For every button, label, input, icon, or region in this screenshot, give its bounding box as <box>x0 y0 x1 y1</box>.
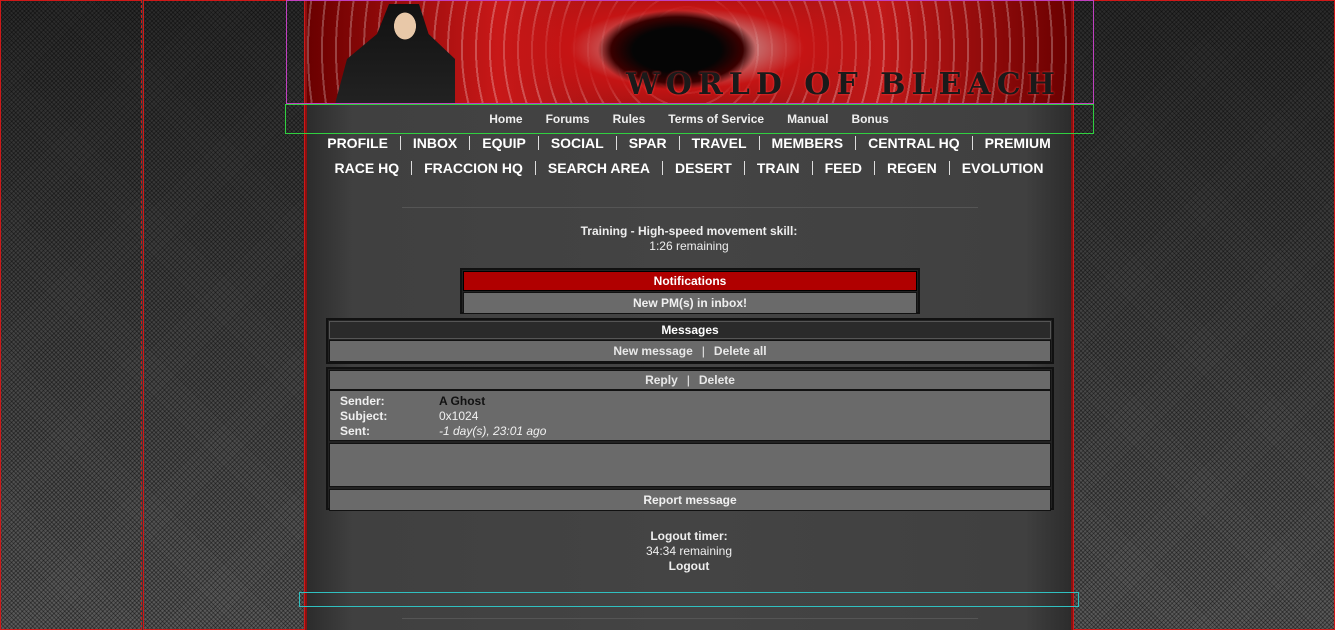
separator: | <box>686 373 690 387</box>
message-body <box>329 443 1051 487</box>
site-banner: WORLD OF BLEACH <box>307 0 1071 104</box>
notification-new-pm[interactable]: New PM(s) in inbox! <box>463 292 917 314</box>
nav-bonus[interactable]: Bonus <box>851 112 888 126</box>
subject-value: 0x1024 <box>439 409 479 423</box>
logout-timer-label: Logout timer: <box>650 529 728 543</box>
messages-actions: New message | Delete all <box>329 340 1051 362</box>
sender-label: Sender: <box>340 394 385 408</box>
background-left-outer <box>0 0 142 630</box>
subject-label: Subject: <box>340 409 388 423</box>
sender-name[interactable]: A Ghost <box>439 394 1040 408</box>
nav-home[interactable]: Home <box>489 112 522 126</box>
game-nav-profile[interactable]: PROFILE <box>315 136 400 150</box>
message-panel: Reply | Delete Sender: A Ghost Subject: 0x… <box>326 367 1054 511</box>
messages-panel: Messages New message | Delete all <box>326 318 1054 364</box>
game-nav-spar[interactable]: SPAR <box>615 136 679 150</box>
game-nav-members[interactable]: MEMBERS <box>758 136 856 150</box>
site-logo: WORLD OF BLEACH <box>626 67 1061 102</box>
nav-rules[interactable]: Rules <box>613 112 646 126</box>
page-container: WORLD OF BLEACH Home Forums Rules Terms … <box>305 0 1073 630</box>
game-nav-race-hq[interactable]: RACE HQ <box>323 161 412 175</box>
background-right <box>1073 0 1335 630</box>
sent-label: Sent: <box>340 424 370 438</box>
top-nav: Home Forums Rules Terms of Service Manua… <box>307 106 1071 132</box>
logout-link[interactable]: Logout <box>307 559 1071 573</box>
game-nav-feed[interactable]: FEED <box>811 161 874 175</box>
divider-bottom <box>402 618 978 619</box>
message-header: Sender: A Ghost Subject: 0x1024 Sent: -1… <box>329 390 1051 441</box>
game-nav-search-area[interactable]: SEARCH AREA <box>534 161 662 175</box>
delete-link[interactable]: Delete <box>699 373 735 387</box>
separator: | <box>701 344 705 358</box>
divider-top <box>402 207 978 208</box>
game-nav-social[interactable]: SOCIAL <box>537 136 616 150</box>
notifications-panel: Notifications New PM(s) in inbox! <box>460 268 920 314</box>
character-art <box>335 4 455 104</box>
logout-timer-remaining: 34:34 remaining <box>645 544 733 558</box>
game-nav-desert[interactable]: DESERT <box>662 161 744 175</box>
game-nav-equip[interactable]: EQUIP <box>469 136 538 150</box>
game-nav-evolution[interactable]: EVOLUTION <box>948 161 1056 175</box>
training-remaining: 1:26 remaining <box>649 239 729 253</box>
report-message-link[interactable]: Report message <box>329 489 1051 511</box>
training-label: Training - High-speed movement skill: <box>580 224 798 238</box>
new-message-link[interactable]: New message <box>613 344 692 358</box>
nav-terms-of-service[interactable]: Terms of Service <box>668 112 764 126</box>
notifications-title: Notifications <box>463 271 917 291</box>
reply-link[interactable]: Reply <box>645 373 678 387</box>
nav-forums[interactable]: Forums <box>546 112 590 126</box>
game-nav-travel[interactable]: TRAVEL <box>678 136 759 150</box>
game-nav-fraccion-hq[interactable]: FRACCION HQ <box>411 161 535 175</box>
game-nav-regen[interactable]: REGEN <box>873 161 949 175</box>
game-nav-row-2: RACE HQ FRACCION HQ SEARCH AREA DESERT T… <box>307 161 1071 175</box>
game-nav-row-1: PROFILE INBOX EQUIP SOCIAL SPAR TRAVEL M… <box>307 136 1071 150</box>
game-nav-inbox[interactable]: INBOX <box>399 136 469 150</box>
nav-manual[interactable]: Manual <box>787 112 828 126</box>
background-left-inner <box>143 0 305 630</box>
game-nav-central-hq[interactable]: CENTRAL HQ <box>855 136 972 150</box>
game-nav-train[interactable]: TRAIN <box>743 161 812 175</box>
delete-all-link[interactable]: Delete all <box>714 344 767 358</box>
messages-title: Messages <box>329 321 1051 339</box>
message-actions: Reply | Delete <box>329 370 1051 390</box>
game-nav-premium[interactable]: PREMIUM <box>971 136 1063 150</box>
sent-value: -1 day(s), 23:01 ago <box>439 424 547 438</box>
